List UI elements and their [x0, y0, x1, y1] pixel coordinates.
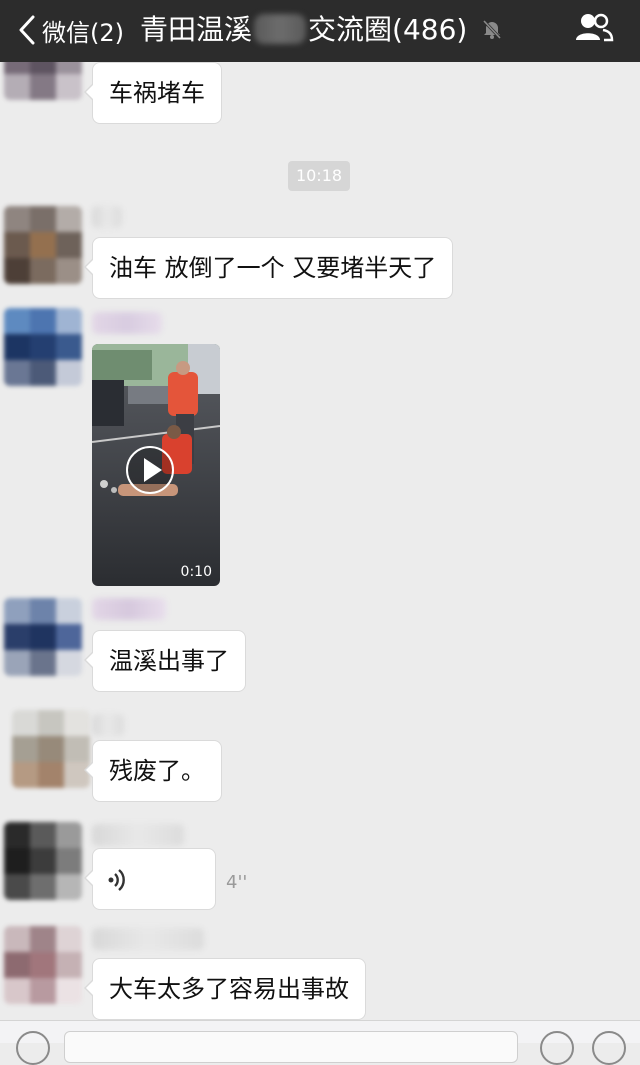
sender-name [92, 206, 122, 228]
navbar: 微信(2) 青田温溪 交流圈(486) [0, 0, 640, 62]
message-text: 油车 放倒了一个 又要堵半天了 [109, 254, 437, 282]
input-bar [0, 1020, 640, 1065]
message-bubble[interactable]: 车祸堵车 [84, 62, 222, 124]
sender-name [92, 714, 124, 736]
emoji-button[interactable] [540, 1031, 574, 1065]
mute-icon [482, 19, 502, 40]
chat-title-start: 青田温溪 [140, 13, 253, 46]
sender-name [92, 824, 184, 846]
voice-input-button[interactable] [16, 1031, 50, 1065]
voice-duration: 4'' [226, 872, 248, 893]
message-bubble[interactable]: 残废了。 [84, 740, 222, 802]
avatar[interactable] [12, 710, 90, 788]
message-text: 温溪出事了 [109, 647, 229, 675]
sender-name [92, 928, 204, 950]
message-bubble[interactable]: 油车 放倒了一个 又要堵半天了 [83, 237, 454, 299]
avatar[interactable] [4, 822, 82, 900]
title-redaction [254, 14, 307, 44]
avatar[interactable] [4, 926, 82, 1004]
avatar[interactable] [4, 598, 82, 676]
voice-wave-icon [108, 869, 125, 891]
avatar[interactable] [4, 62, 82, 100]
video-duration: 0:10 [180, 564, 212, 580]
message-input[interactable] [64, 1031, 518, 1063]
voice-message[interactable] [84, 848, 216, 910]
video-thumbnail [92, 344, 220, 586]
message-bubble[interactable]: 大车太多了容易出事故 [84, 958, 366, 1020]
message-text: 车祸堵车 [109, 79, 205, 107]
chat-title: 青田温溪 交流圈(486) [140, 10, 467, 50]
group-members-icon[interactable] [574, 10, 614, 46]
sender-name [92, 312, 162, 334]
avatar[interactable] [4, 206, 82, 284]
more-button[interactable] [592, 1031, 626, 1065]
back-chevron-icon [19, 15, 35, 45]
chat-title-end: 交流圈(486) [308, 13, 468, 46]
back-label: 微信(2) [42, 18, 124, 47]
video-message[interactable]: 0:10 [92, 344, 220, 586]
timestamp: 10:18 [288, 161, 350, 191]
message-text: 大车太多了容易出事故 [109, 975, 349, 1003]
sender-name [92, 598, 166, 620]
back-button[interactable]: 微信(2) [18, 10, 124, 50]
message-text: 残废了。 [109, 757, 205, 785]
message-bubble[interactable]: 温溪出事了 [84, 630, 246, 692]
chat-area[interactable]: 车祸堵车 10:18 油车 放倒了一个 又要堵半天了 0:10 温溪出事了 残废… [0, 62, 640, 1020]
avatar[interactable] [4, 308, 82, 386]
